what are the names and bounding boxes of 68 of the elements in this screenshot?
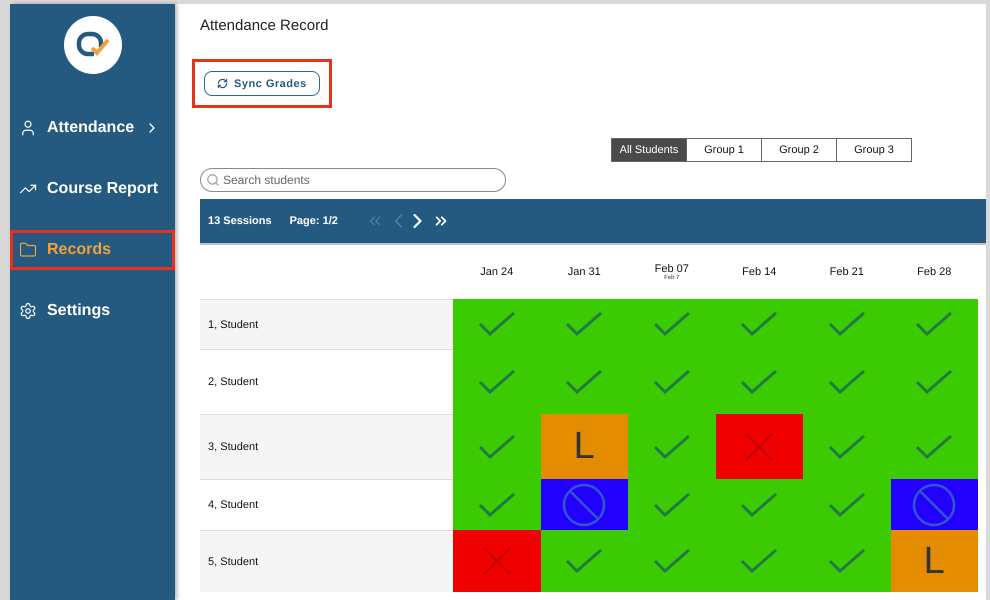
sidebar-item[interactable]: Attendance (10, 108, 175, 148)
prohibited-icon (912, 482, 956, 526)
attendance-cell[interactable]: L (890, 530, 978, 592)
late-mark: L (924, 540, 945, 582)
check-icon (652, 434, 691, 460)
gear-icon (19, 302, 37, 320)
logo-icon (64, 16, 122, 74)
page-title: Attendance Record (200, 17, 330, 34)
check-icon (740, 368, 778, 394)
check-icon (740, 548, 778, 574)
attendance-cell[interactable]: L (540, 414, 628, 479)
student-name: 1, Student (200, 299, 453, 349)
check-icon (915, 311, 954, 337)
next-page-button[interactable] (412, 213, 422, 229)
user-icon (19, 119, 37, 137)
attendance-cell[interactable] (540, 479, 628, 530)
column-header: Feb 21 (830, 266, 864, 278)
column-header: Jan 31 (568, 266, 601, 278)
search-icon (206, 173, 220, 187)
check-icon (828, 492, 866, 518)
check-icon (915, 368, 954, 394)
search-field[interactable]: Search students (200, 168, 506, 192)
column-header: Feb 07 (654, 263, 689, 275)
check-icon (565, 311, 604, 337)
check-icon (478, 368, 516, 394)
attendance-cell[interactable] (716, 414, 803, 479)
attendance-cell[interactable] (453, 530, 540, 592)
check-icon (652, 548, 691, 574)
folder-icon (19, 241, 37, 259)
check-icon (565, 548, 604, 574)
check-icon (478, 311, 516, 337)
check-icon (828, 434, 866, 460)
check-icon (652, 368, 691, 394)
student-name: 5, Student (200, 530, 453, 592)
check-icon (740, 311, 778, 337)
column-header: Feb 28 (917, 266, 952, 278)
chevron-left-icon (394, 213, 403, 229)
refresh-icon (217, 78, 228, 89)
cross-icon (482, 546, 512, 576)
check-icon (740, 492, 778, 518)
check-icon (652, 492, 691, 518)
group-tab[interactable]: All Students (611, 138, 687, 162)
attendance-cell[interactable] (540, 530, 628, 592)
check-icon (478, 492, 516, 518)
column-header: Feb 14 (742, 266, 776, 278)
late-mark: L (574, 425, 595, 468)
check-icon (565, 368, 604, 394)
prohibited-icon (562, 482, 606, 526)
attendance-cell[interactable] (890, 479, 978, 530)
cross-icon (744, 432, 774, 462)
check-icon (652, 311, 691, 337)
page-indicator: Page: 1/2 (290, 215, 338, 227)
check-icon (828, 368, 866, 394)
check-icon (915, 434, 954, 460)
group-tab[interactable]: Group 1 (686, 138, 762, 162)
check-icon (478, 434, 516, 460)
attendance-cell[interactable] (453, 479, 540, 530)
chevron-right-icon (412, 213, 422, 229)
sync-grades-button[interactable]: Sync Grades (204, 71, 320, 96)
session-count: 13 Sessions (208, 215, 272, 227)
sidebar-item[interactable]: Settings (10, 291, 175, 331)
sidebar-item[interactable]: Course Report (10, 169, 175, 209)
student-name: 3, Student (200, 414, 453, 479)
group-tab[interactable]: Group 2 (761, 138, 837, 162)
column-header: Jan 24 (480, 266, 514, 278)
check-icon (828, 311, 866, 337)
check-icon (828, 548, 866, 574)
group-tab[interactable]: Group 3 (836, 138, 912, 162)
